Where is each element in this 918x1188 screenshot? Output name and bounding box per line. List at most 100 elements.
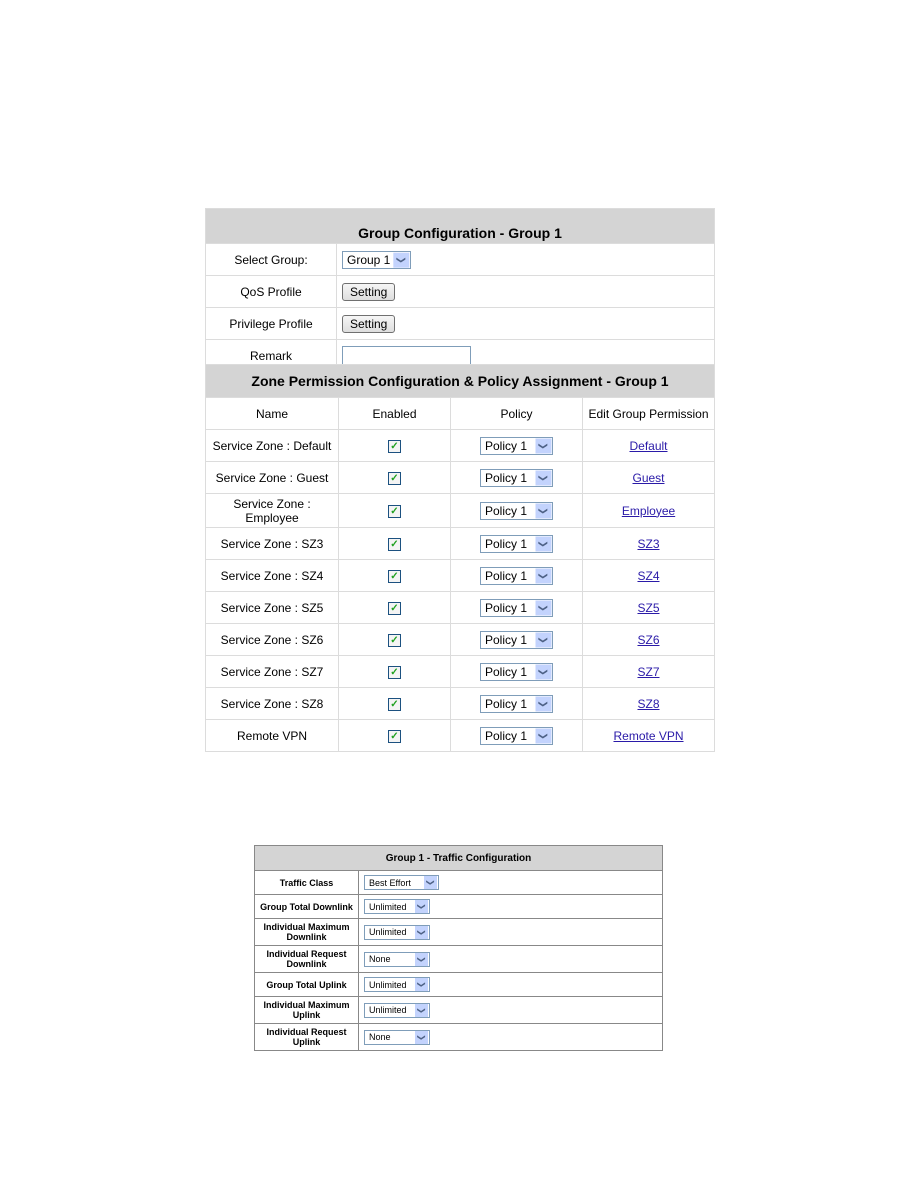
zone-name: Service Zone : SZ3 — [205, 527, 339, 560]
traffic-dropdown[interactable]: Unlimited ❯ — [364, 924, 430, 940]
traffic-dropdown[interactable]: Best Effort ❯ — [364, 875, 439, 890]
chevron-down-icon: ❯ — [535, 503, 552, 518]
chevron-down-icon: ❯ — [535, 470, 552, 485]
checkmark-icon: ✓ — [390, 539, 399, 550]
chevron-down-icon: ❯ — [535, 728, 552, 743]
policy-dropdown[interactable]: Policy 1 ❯ — [480, 726, 553, 745]
zone-name: Service Zone : SZ6 — [205, 623, 339, 656]
checkmark-icon: ✓ — [390, 571, 399, 582]
zone-row: Service Zone : SZ7 ✓ Policy 1 ❯ SZ7 — [205, 655, 715, 688]
enabled-checkbox[interactable]: ✓ — [388, 440, 401, 453]
policy-dropdown[interactable]: Policy 1 ❯ — [480, 662, 553, 681]
chevron-down-icon: ❯ — [535, 600, 552, 615]
zone-row: Service Zone : Default ✓ Policy 1 ❯ Default — [205, 429, 715, 462]
traffic-dropdown[interactable]: Unlimited ❯ — [364, 1002, 430, 1018]
enabled-checkbox[interactable]: ✓ — [388, 666, 401, 679]
chevron-down-icon: ❯ — [393, 252, 410, 267]
zone-name: Remote VPN — [205, 719, 339, 752]
traffic-row: Group Total Uplink Unlimited ❯ — [254, 972, 663, 997]
column-header-enabled: Enabled — [338, 397, 451, 430]
checkmark-icon: ✓ — [390, 441, 399, 452]
zone-row: Remote VPN ✓ Policy 1 ❯ Remote VPN — [205, 719, 715, 752]
chevron-down-icon: ❯ — [535, 568, 552, 583]
traffic-label: Group Total Uplink — [254, 972, 359, 997]
chevron-down-icon: ❯ — [415, 1030, 428, 1044]
policy-dropdown[interactable]: Policy 1 ❯ — [480, 468, 553, 487]
policy-dropdown[interactable]: Policy 1 ❯ — [480, 436, 553, 455]
traffic-label: Individual Maximum Uplink — [254, 996, 359, 1024]
edit-permission-link[interactable]: SZ7 — [637, 665, 659, 679]
chevron-down-icon: ❯ — [415, 925, 428, 939]
checkmark-icon: ✓ — [390, 667, 399, 678]
checkmark-icon: ✓ — [390, 473, 399, 484]
traffic-dropdown[interactable]: None ❯ — [364, 1029, 430, 1045]
policy-dropdown[interactable]: Policy 1 ❯ — [480, 598, 553, 617]
policy-dropdown[interactable]: Policy 1 ❯ — [480, 566, 553, 585]
traffic-config-title: Group 1 - Traffic Configuration — [254, 845, 663, 871]
checkmark-icon: ✓ — [390, 506, 399, 517]
policy-dropdown[interactable]: Policy 1 ❯ — [480, 534, 553, 553]
zone-name: Service Zone : SZ5 — [205, 591, 339, 624]
traffic-configuration-table: Group 1 - Traffic Configuration Traffic … — [254, 845, 663, 1051]
chevron-down-icon: ❯ — [535, 438, 552, 453]
chevron-down-icon: ❯ — [535, 696, 552, 711]
enabled-checkbox[interactable]: ✓ — [388, 472, 401, 485]
zone-name: Service Zone : SZ7 — [205, 655, 339, 688]
privilege-setting-button[interactable]: Setting — [342, 314, 396, 333]
policy-dropdown[interactable]: Policy 1 ❯ — [480, 694, 553, 713]
checkmark-icon: ✓ — [390, 635, 399, 646]
enabled-checkbox[interactable]: ✓ — [388, 634, 401, 647]
edit-permission-link[interactable]: SZ4 — [637, 569, 659, 583]
edit-permission-link[interactable]: SZ8 — [637, 697, 659, 711]
policy-dropdown[interactable]: Policy 1 ❯ — [480, 630, 553, 649]
zone-row: Service Zone : SZ6 ✓ Policy 1 ❯ SZ6 — [205, 623, 715, 656]
edit-permission-link[interactable]: SZ6 — [637, 633, 659, 647]
zone-name: Service Zone : Default — [205, 429, 339, 462]
select-group-dropdown[interactable]: Group 1 ❯ — [342, 250, 411, 269]
traffic-dropdown[interactable]: Unlimited ❯ — [364, 899, 430, 914]
edit-permission-link[interactable]: SZ3 — [637, 537, 659, 551]
chevron-down-icon: ❯ — [415, 978, 428, 991]
traffic-row: Traffic Class Best Effort ❯ — [254, 870, 663, 895]
zone-row: Service Zone : SZ5 ✓ Policy 1 ❯ SZ5 — [205, 591, 715, 624]
policy-dropdown[interactable]: Policy 1 ❯ — [480, 501, 553, 520]
enabled-checkbox[interactable]: ✓ — [388, 698, 401, 711]
edit-permission-link[interactable]: Default — [629, 439, 667, 453]
traffic-label: Individual Maximum Downlink — [254, 918, 359, 946]
chevron-down-icon: ❯ — [415, 952, 428, 966]
edit-permission-link[interactable]: Remote VPN — [613, 729, 683, 743]
zone-permission-table: Zone Permission Configuration & Policy A… — [205, 364, 715, 752]
checkmark-icon: ✓ — [390, 699, 399, 710]
traffic-label: Individual Request Downlink — [254, 945, 359, 973]
checkmark-icon: ✓ — [390, 731, 399, 742]
column-header-edit-permission: Edit Group Permission — [582, 397, 715, 430]
select-group-label: Select Group: — [205, 243, 337, 276]
traffic-row: Individual Maximum Uplink Unlimited ❯ — [254, 996, 663, 1024]
column-header-policy: Policy — [450, 397, 583, 430]
enabled-checkbox[interactable]: ✓ — [388, 538, 401, 551]
traffic-label: Group Total Downlink — [254, 894, 359, 919]
remark-input[interactable] — [342, 345, 471, 366]
qos-setting-button[interactable]: Setting — [342, 282, 396, 301]
enabled-checkbox[interactable]: ✓ — [388, 570, 401, 583]
chevron-down-icon: ❯ — [424, 876, 437, 889]
traffic-dropdown[interactable]: None ❯ — [364, 951, 430, 967]
zone-row: Service Zone : SZ4 ✓ Policy 1 ❯ SZ4 — [205, 559, 715, 592]
traffic-row: Individual Maximum Downlink Unlimited ❯ — [254, 918, 663, 946]
zone-row: Service Zone : SZ8 ✓ Policy 1 ❯ SZ8 — [205, 687, 715, 720]
zone-name: Service Zone : Guest — [205, 461, 339, 494]
edit-permission-link[interactable]: Guest — [632, 471, 664, 485]
enabled-checkbox[interactable]: ✓ — [388, 730, 401, 743]
enabled-checkbox[interactable]: ✓ — [388, 505, 401, 518]
enabled-checkbox[interactable]: ✓ — [388, 602, 401, 615]
chevron-down-icon: ❯ — [415, 1003, 428, 1017]
group-configuration-table: Group Configuration - Group 1 Select Gro… — [205, 208, 715, 372]
traffic-row: Individual Request Downlink None ❯ — [254, 945, 663, 973]
chevron-down-icon: ❯ — [535, 536, 552, 551]
traffic-dropdown[interactable]: Unlimited ❯ — [364, 977, 430, 992]
chevron-down-icon: ❯ — [415, 900, 428, 913]
edit-permission-link[interactable]: SZ5 — [637, 601, 659, 615]
privilege-profile-label: Privilege Profile — [205, 307, 337, 340]
edit-permission-link[interactable]: Employee — [622, 504, 675, 518]
zone-name: Service Zone : SZ4 — [205, 559, 339, 592]
